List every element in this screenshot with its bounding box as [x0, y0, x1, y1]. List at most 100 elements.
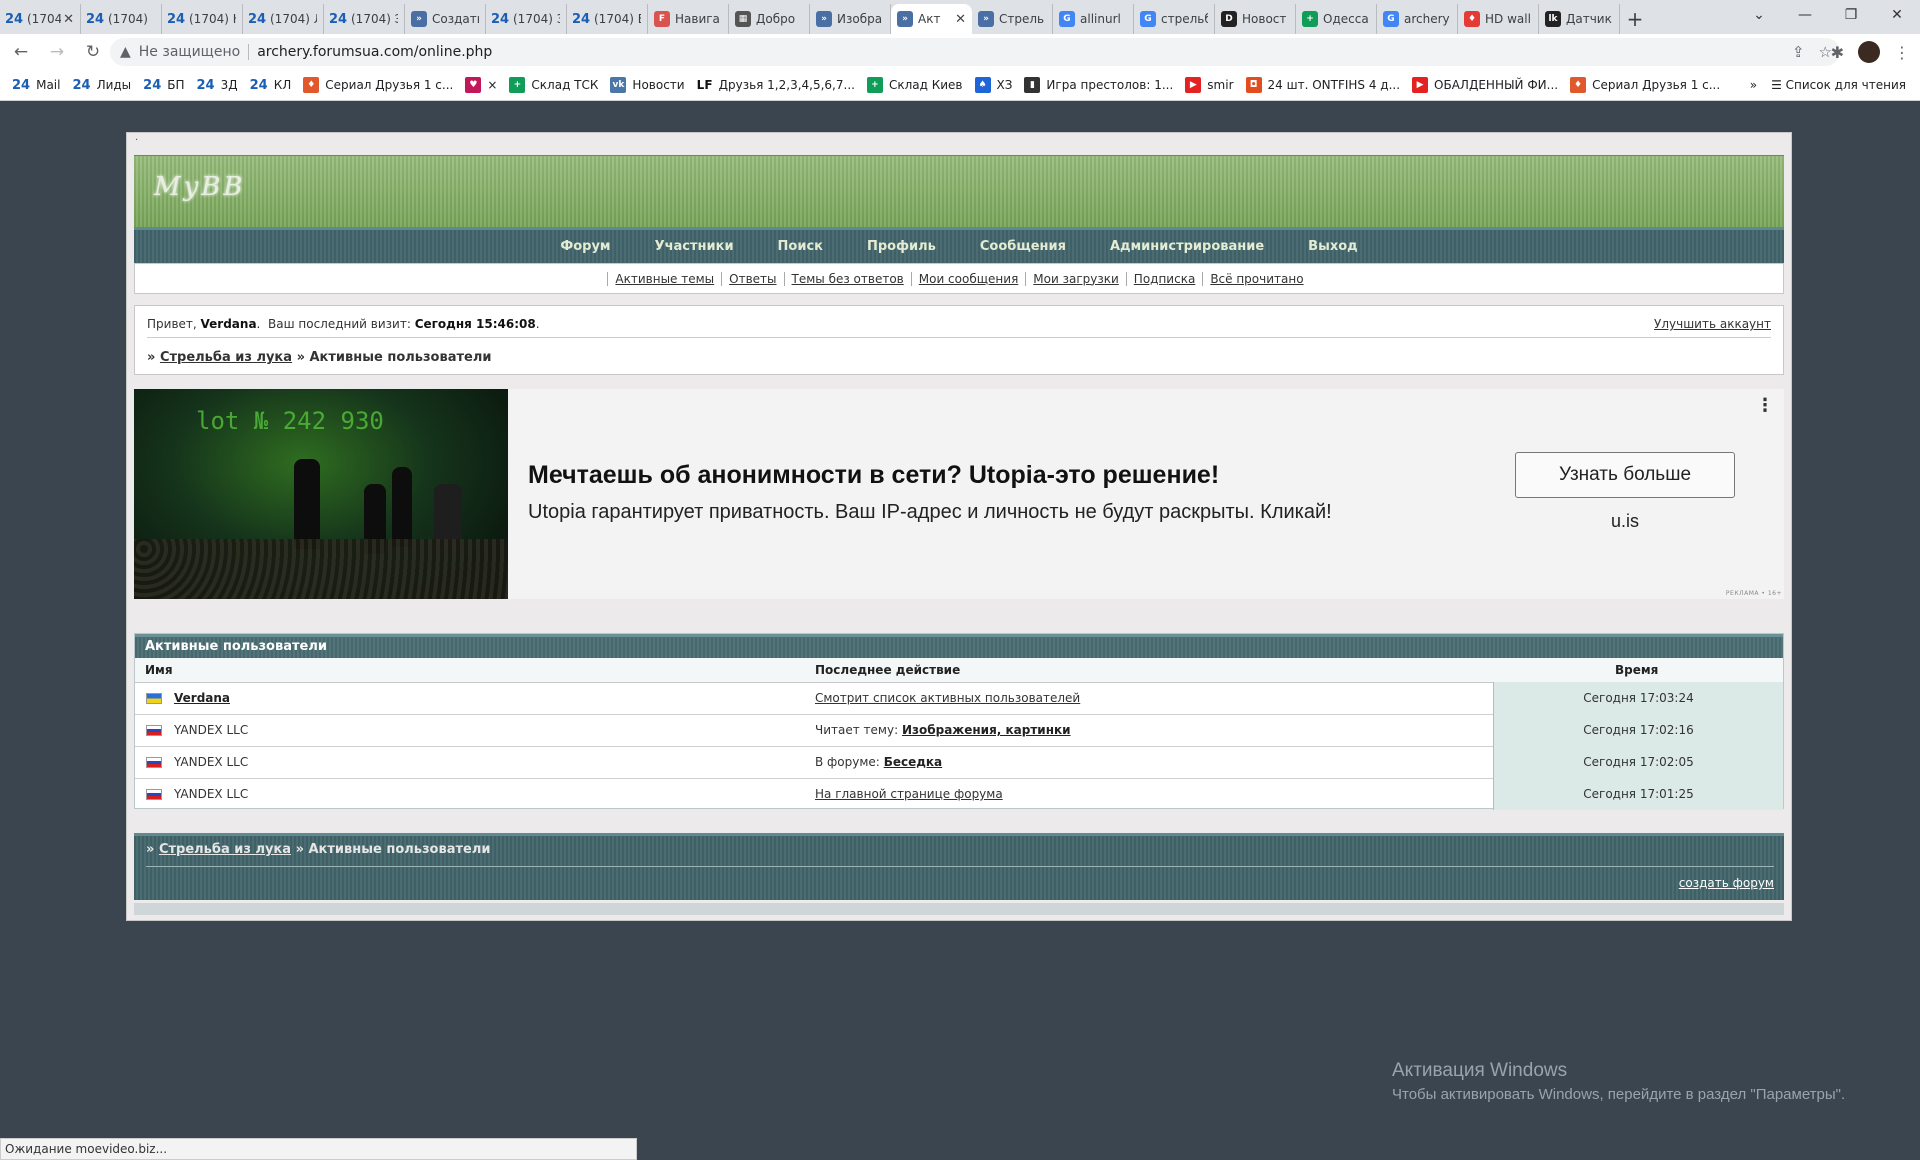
bookmark-item[interactable]: ♠ ХЗ — [974, 77, 1012, 93]
browser-tab[interactable]: D Новост — [1215, 4, 1296, 34]
breadcrumb-forum-link[interactable]: Стрельба из лука — [160, 350, 292, 365]
bookmark-item[interactable]: LF Друзья 1,2,3,4,5,6,7... — [697, 77, 855, 93]
tab-favicon-icon: 24 — [85, 11, 105, 27]
bookmark-item[interactable]: + Склад Киев — [866, 77, 963, 93]
address-bar[interactable]: ▲ Не защищено archery.forumsua.com/onlin… — [110, 38, 1840, 66]
ad-menu-icon[interactable]: ⋮ — [1756, 395, 1774, 416]
forum-logo[interactable]: MyBB — [154, 172, 246, 202]
browser-tab[interactable]: Garchery — [1377, 4, 1458, 34]
browser-tab[interactable]: 24(1704)✕ — [0, 4, 81, 34]
reload-button[interactable]: ↻ — [78, 37, 108, 67]
bookmark-item[interactable]: ▶ smir — [1185, 77, 1234, 93]
security-label[interactable]: Не защищено — [139, 44, 240, 60]
bookmark-item[interactable]: ♥ × — [465, 77, 497, 93]
action-link[interactable]: Изображения, картинки — [902, 723, 1071, 737]
tab-favicon-icon: G — [1383, 11, 1399, 27]
browser-tab[interactable]: Gallinurl — [1053, 4, 1134, 34]
url-text[interactable]: archery.forumsua.com/online.php — [257, 44, 492, 60]
browser-tab[interactable]: » Создать — [405, 4, 486, 34]
sub-nav-link[interactable]: Мои сообщения — [910, 271, 1026, 286]
browser-tab[interactable]: ▦ Добро — [729, 4, 810, 34]
bookmark-item[interactable]: 24 Лиды — [72, 77, 131, 93]
sub-nav-link[interactable]: Темы без ответов — [783, 271, 911, 286]
minimize-button[interactable]: — — [1782, 0, 1828, 30]
tab-favicon-icon: ▦ — [735, 11, 751, 27]
new-tab-button[interactable]: + — [1620, 4, 1650, 34]
bookmark-item[interactable]: 24 КЛ — [250, 77, 292, 93]
browser-tab[interactable]: lk Датчик — [1539, 4, 1620, 34]
browser-tab[interactable]: » Акт ✕ — [891, 4, 972, 34]
action-link[interactable]: Смотрит список активных пользователей — [815, 691, 1080, 705]
browser-tab[interactable]: Gстрельб — [1134, 4, 1215, 34]
create-forum-link[interactable]: создать форум — [1679, 876, 1774, 890]
ad-image[interactable]: lot № 242 930 — [134, 389, 508, 599]
bookmark-item[interactable]: ▶ ОБАЛДЕННЫЙ ФИ... — [1412, 77, 1558, 93]
ad-text[interactable]: Utopia гарантирует приватность. Ваш IP-а… — [528, 501, 1332, 524]
bookmark-item[interactable]: ▮ Игра престолов: 1... — [1024, 77, 1173, 93]
tab-search-icon[interactable]: ⌄ — [1736, 0, 1782, 30]
browser-tab[interactable]: 24 (1704) Э — [324, 4, 405, 34]
close-window-button[interactable]: ✕ — [1874, 0, 1920, 30]
main-nav-item[interactable]: Форум — [538, 239, 632, 254]
browser-tab[interactable]: 24(1704) Н — [162, 4, 243, 34]
bookmark-item[interactable]: vk Новости — [610, 77, 685, 93]
sub-nav-link[interactable]: Мои загрузки — [1025, 271, 1126, 286]
browser-tab[interactable]: ♦ HD wall — [1458, 4, 1539, 34]
extensions-icon[interactable]: ✱ — [1831, 43, 1844, 62]
activity-time: Сегодня 17:02:16 — [1493, 714, 1783, 746]
browser-tab[interactable]: 24 (1704) — [81, 4, 162, 34]
bookmark-label: Игра престолов: 1... — [1046, 78, 1174, 92]
ad-title[interactable]: Мечтаешь об анонимности в сети? Utopia-э… — [528, 461, 1219, 490]
browser-tab[interactable]: + Одесса — [1296, 4, 1377, 34]
tab-close-icon[interactable]: ✕ — [955, 12, 966, 27]
sub-nav-link[interactable]: Ответы — [721, 271, 783, 286]
footer-breadcrumb-forum-link[interactable]: Стрельба из лука — [159, 842, 291, 857]
forward-button[interactable]: → — [42, 37, 72, 67]
action-link[interactable]: Беседка — [884, 755, 942, 769]
reading-list[interactable]: ☰ Список для чтения — [1771, 78, 1906, 92]
tab-close-icon[interactable]: ✕ — [63, 12, 74, 27]
main-nav-item[interactable]: Поиск — [756, 239, 845, 254]
bookmark-item[interactable]: ♦ Сериал Друзья 1 с... — [303, 77, 453, 93]
bookmark-item[interactable]: ◘ 24 шт. ONTFIHS 4 д... — [1245, 77, 1400, 93]
profile-avatar[interactable] — [1858, 41, 1880, 63]
user-name[interactable]: Verdana — [174, 691, 230, 705]
browser-tab[interactable]: F Навига — [648, 4, 729, 34]
more-bookmarks-icon[interactable]: » — [1750, 78, 1757, 92]
ad-domain[interactable]: u.is — [1515, 511, 1735, 532]
sub-nav-link[interactable]: Активные темы — [607, 271, 721, 286]
main-nav-item[interactable]: Сообщения — [958, 239, 1088, 254]
ad-banner[interactable]: lot № 242 930 Мечтаешь об анонимности в … — [134, 389, 1784, 599]
bookmark-item[interactable]: 24 Mail — [12, 77, 60, 93]
browser-tab[interactable]: » Стрель — [972, 4, 1053, 34]
back-button[interactable]: ← — [6, 37, 36, 67]
window-controls: ⌄ — ❐ ✕ — [1736, 0, 1920, 30]
browser-tab[interactable]: 24 (1704) З — [486, 4, 567, 34]
bookmark-item[interactable]: 24 БП — [143, 77, 184, 93]
upgrade-account-link[interactable]: Улучшить аккаунт — [1654, 317, 1771, 331]
sub-nav-link[interactable]: Всё прочитано — [1202, 271, 1310, 286]
main-nav-item[interactable]: Участники — [633, 239, 756, 254]
table-row: YANDEX LLC Читает тему: Изображения, карт… — [135, 714, 1783, 747]
table-caption: Активные пользователи — [135, 634, 1783, 658]
bookmark-icon: 24 — [196, 77, 215, 93]
ad-learn-more-button[interactable]: Узнать больше — [1515, 452, 1735, 498]
main-nav-item[interactable]: Профиль — [845, 239, 958, 254]
browser-tab[interactable]: 24(1704) Л — [243, 4, 324, 34]
warning-icon[interactable]: ▲ — [120, 44, 131, 60]
browser-tab[interactable]: 24 (1704) В — [567, 4, 648, 34]
action-link[interactable]: На главной странице форума — [815, 787, 1003, 801]
browser-tab[interactable]: » Изобра — [810, 4, 891, 34]
restore-button[interactable]: ❐ — [1828, 0, 1874, 30]
menu-icon[interactable]: ⋮ — [1894, 43, 1910, 62]
bookmark-item[interactable]: ♦ Сериал Друзья 1 с... — [1570, 77, 1720, 93]
bookmark-item[interactable]: + Склад ТСК — [509, 77, 598, 93]
status-bar: Ожидание moevideo.biz... — [0, 1138, 637, 1160]
main-nav-item[interactable]: Администрирование — [1088, 239, 1286, 254]
sub-nav-link[interactable]: Подписка — [1125, 271, 1203, 286]
tab-favicon-icon: 24 — [571, 11, 591, 27]
share-icon[interactable]: ⇪ — [1792, 43, 1805, 61]
bookmark-item[interactable]: 24 3Д — [197, 77, 238, 93]
main-nav-item[interactable]: Выход — [1286, 239, 1379, 254]
tab-favicon-icon: G — [1140, 11, 1156, 27]
